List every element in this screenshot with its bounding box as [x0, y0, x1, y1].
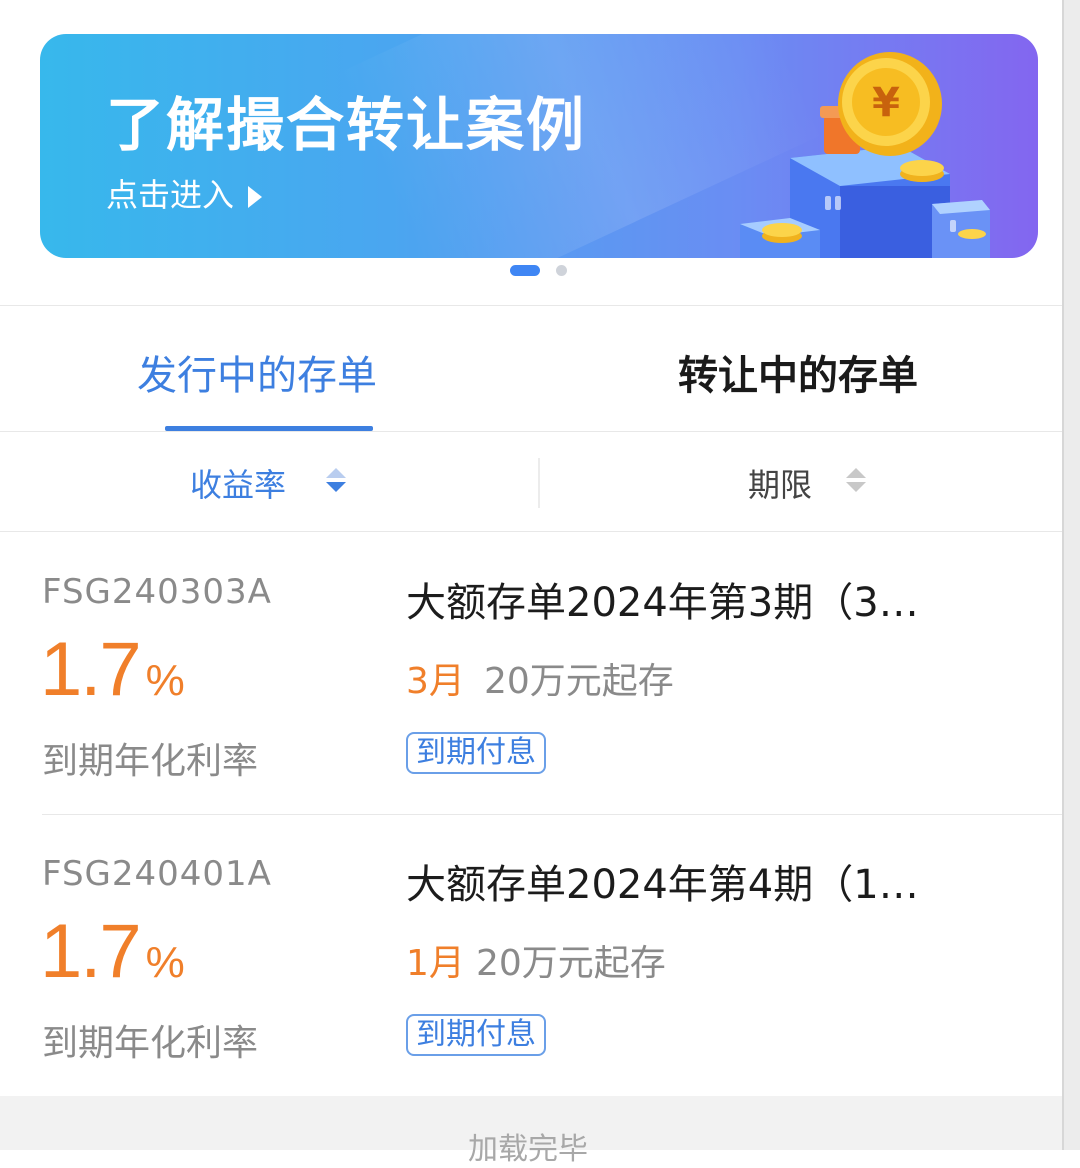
banner-area: 了解撮合转让案例 点击进入 ¥ [0, 0, 1064, 305]
product-code: FSG240303A [42, 572, 272, 612]
rate-value: 1.7 [40, 909, 142, 994]
product-name: 大额存单2024年第4期（1… [406, 862, 919, 908]
sort-by-term[interactable]: 期限 [748, 460, 812, 506]
rate-unit: % [145, 938, 185, 987]
list-item[interactable]: FSG240303A 1.7% 到期年化利率 大额存单2024年第3期（3… 3… [0, 536, 1064, 816]
rate-value: 1.7 [40, 627, 142, 712]
product-name: 大额存单2024年第3期（3… [406, 580, 919, 626]
carousel-dot-active[interactable] [510, 265, 540, 276]
interest-tag: 到期付息 [406, 732, 546, 774]
rate-label: 到期年化利率 [42, 741, 259, 782]
load-status-bar: 加载完毕 [0, 1096, 1064, 1167]
svg-text:¥: ¥ [872, 80, 900, 126]
list-item[interactable]: FSG240401A 1.7% 到期年化利率 大额存单2024年第4期（1… 1… [0, 818, 1064, 1098]
banner-enter-link[interactable]: 点击进入 [106, 170, 263, 216]
load-complete-text: 加载完毕 [468, 1132, 588, 1167]
play-arrow-icon [248, 186, 263, 208]
sort-by-rate[interactable]: 收益率 [190, 460, 286, 506]
tab-transferring-deposits[interactable]: 转让中的存单 [678, 343, 918, 401]
rate-label: 到期年化利率 [42, 1023, 259, 1064]
sort-arrows-icon[interactable] [326, 468, 346, 494]
promo-banner[interactable]: 了解撮合转让案例 点击进入 ¥ [40, 34, 1038, 258]
tab-issuing-deposits[interactable]: 发行中的存单 [137, 343, 377, 401]
banner-subtitle: 点击进入 [106, 176, 235, 214]
rate-unit: % [145, 656, 185, 705]
interest-tag: 到期付息 [406, 1014, 546, 1056]
divider [0, 531, 1064, 532]
min-deposit: 20万元起存 [476, 943, 666, 984]
product-rate: 1.7% [40, 626, 185, 713]
scrollbar-edge [1062, 0, 1080, 1150]
divider [0, 305, 1064, 306]
divider [0, 431, 1064, 432]
divider [538, 458, 540, 508]
banner-title: 了解撮合转让案例 [106, 91, 587, 159]
product-term: 3月 [406, 661, 465, 702]
product-rate: 1.7% [40, 908, 185, 995]
min-deposit: 20万元起存 [484, 661, 674, 702]
carousel-dot[interactable] [556, 265, 567, 276]
product-term: 1月 [406, 943, 465, 984]
sort-arrows-icon[interactable] [846, 468, 866, 494]
divider [42, 814, 1064, 815]
coin-buildings-illustration: ¥ [740, 52, 990, 258]
product-code: FSG240401A [42, 854, 272, 894]
